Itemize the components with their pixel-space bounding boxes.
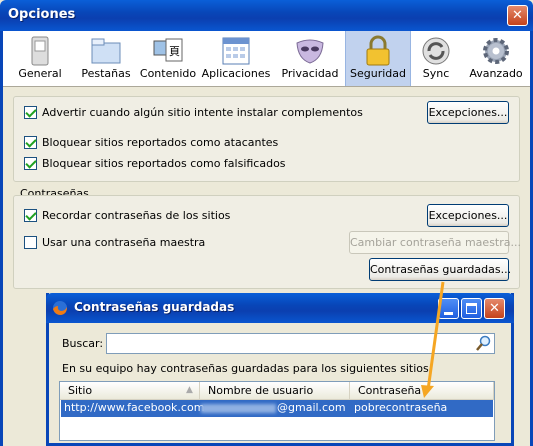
annotation-arrow (421, 281, 445, 398)
